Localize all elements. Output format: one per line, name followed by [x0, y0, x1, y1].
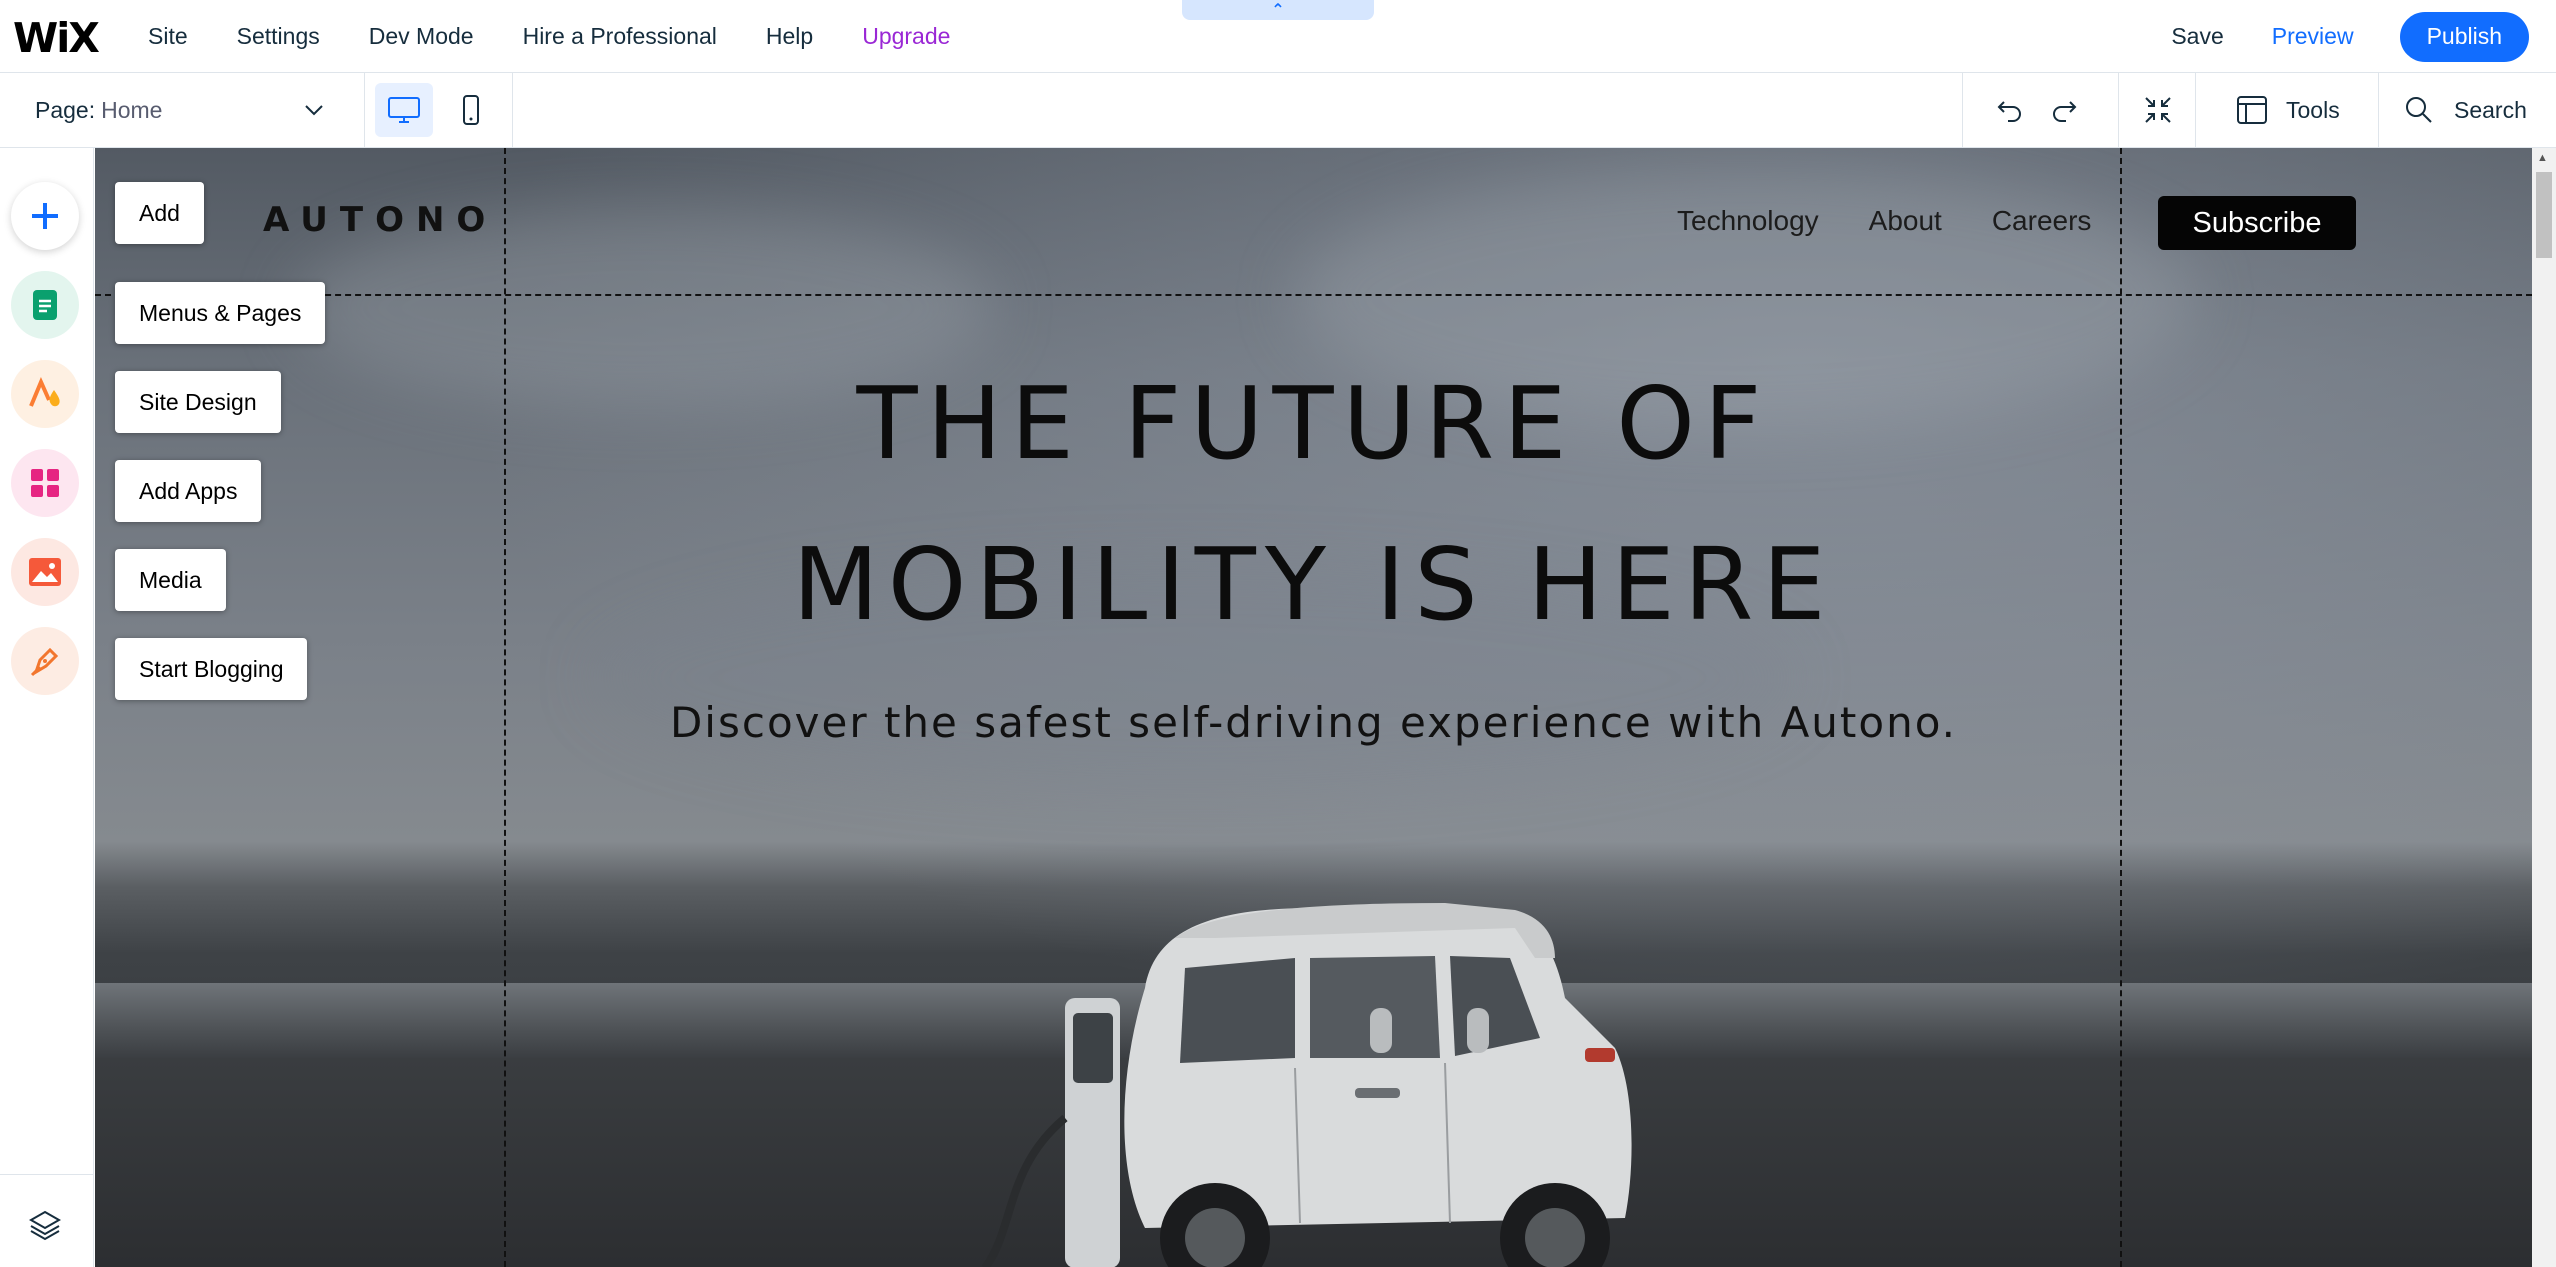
undo-icon[interactable]	[1994, 94, 2026, 126]
desktop-view-button[interactable]	[375, 83, 433, 137]
site-nav-about[interactable]: About	[1869, 205, 1942, 237]
menu-help[interactable]: Help	[766, 23, 813, 50]
menu-hire-professional[interactable]: Hire a Professional	[523, 23, 717, 50]
autonomous-car-image[interactable]	[915, 868, 1815, 1267]
mobile-icon	[463, 95, 479, 125]
site-design-icon	[29, 376, 60, 407]
menu-upgrade[interactable]: Upgrade	[862, 23, 950, 50]
page-selector-label: Page:	[35, 96, 96, 123]
search-icon	[2406, 97, 2432, 123]
chevron-up-icon: ⌃	[1271, 2, 1285, 19]
menus-pages-button[interactable]	[11, 271, 79, 339]
divider	[2195, 73, 2196, 147]
collapse-toolbar-tab[interactable]: ⌃	[1182, 0, 1374, 20]
label-start-blogging[interactable]: Start Blogging	[115, 638, 308, 700]
add-apps-button[interactable]	[11, 449, 79, 517]
media-button[interactable]	[11, 538, 79, 606]
editor-top-bar: WiX Site Settings Dev Mode Hire a Profes…	[0, 0, 2556, 73]
top-menu: Site Settings Dev Mode Hire a Profession…	[148, 0, 999, 73]
canvas-scrollbar[interactable]: ▲	[2532, 148, 2556, 1267]
redo-icon[interactable]	[2048, 94, 2080, 126]
wix-logo[interactable]: WiX	[13, 14, 100, 62]
divider	[1962, 73, 1963, 147]
add-apps-icon	[31, 469, 59, 497]
zoom-out-icon[interactable]	[2142, 94, 2174, 126]
tools-icon	[2237, 96, 2267, 124]
hero-subtitle[interactable]: Discover the safest self-driving experie…	[95, 698, 2532, 747]
divider	[512, 73, 513, 147]
preview-button[interactable]: Preview	[2272, 23, 2354, 50]
plus-icon	[32, 203, 58, 229]
add-elements-button[interactable]	[11, 182, 79, 250]
top-actions: Save Preview Publish	[2171, 0, 2556, 73]
site-logo[interactable]: AUTONO	[263, 200, 497, 240]
subscribe-button[interactable]: Subscribe	[2158, 196, 2356, 250]
page-selector-value: Home	[101, 96, 163, 123]
label-media[interactable]: Media	[115, 549, 226, 611]
site-nav-careers[interactable]: Careers	[1992, 205, 2092, 237]
blog-icon	[30, 647, 59, 677]
search-button[interactable]: Search	[2404, 73, 2527, 147]
media-icon	[29, 558, 61, 586]
pages-icon	[33, 290, 57, 320]
label-add[interactable]: Add	[115, 182, 204, 244]
page-selector[interactable]: Page: Home	[35, 73, 162, 147]
tools-button[interactable]: Tools	[2236, 73, 2340, 147]
menu-site[interactable]: Site	[148, 23, 188, 50]
mobile-view-button[interactable]	[453, 83, 489, 137]
menu-dev-mode[interactable]: Dev Mode	[369, 23, 474, 50]
left-toolbar	[0, 148, 94, 1267]
desktop-icon	[388, 97, 420, 123]
menu-settings[interactable]: Settings	[237, 23, 320, 50]
start-blogging-button[interactable]	[11, 627, 79, 695]
hero-title-line-2[interactable]: MOBILITY IS HERE	[95, 526, 2532, 643]
layers-icon[interactable]	[28, 1208, 62, 1242]
scrollbar-thumb[interactable]	[2536, 172, 2552, 258]
header-guide-line	[95, 294, 2532, 296]
scroll-up-icon[interactable]: ▲	[2537, 152, 2548, 164]
hero-title-line-1[interactable]: THE FUTURE OF	[95, 365, 2532, 482]
editor-sub-bar: Page: Home Tools Search	[0, 73, 2556, 148]
divider	[364, 73, 365, 147]
divider	[0, 1174, 94, 1175]
site-nav: Technology About Careers	[1677, 205, 2141, 237]
publish-button[interactable]: Publish	[2399, 11, 2529, 62]
site-design-button[interactable]	[11, 360, 79, 428]
label-site-design[interactable]: Site Design	[115, 371, 281, 433]
save-button[interactable]: Save	[2171, 23, 2223, 50]
divider	[2118, 73, 2119, 147]
tools-label: Tools	[2286, 96, 2340, 123]
site-nav-technology[interactable]: Technology	[1677, 205, 1819, 237]
search-label: Search	[2454, 96, 2527, 123]
label-menus-pages[interactable]: Menus & Pages	[115, 282, 326, 344]
label-add-apps[interactable]: Add Apps	[115, 460, 262, 522]
chevron-down-icon[interactable]	[300, 96, 328, 124]
site-canvas[interactable]: AUTONO Technology About Careers Subscrib…	[95, 148, 2532, 1267]
divider	[2378, 73, 2379, 147]
